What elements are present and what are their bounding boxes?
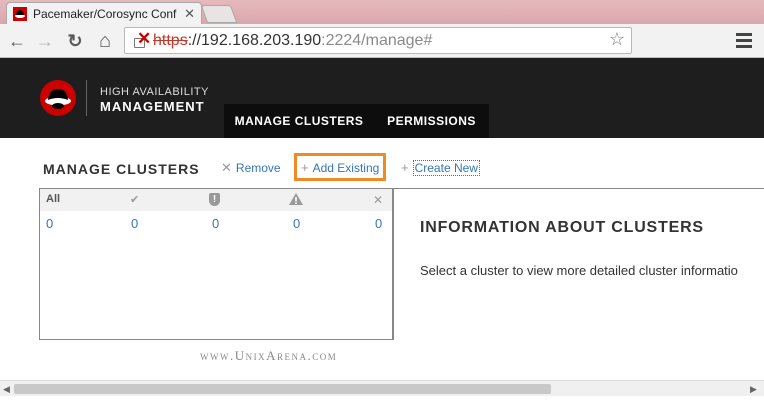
info-text: Select a cluster to view more detailed c… (420, 263, 738, 278)
redhat-logo-icon (40, 80, 76, 116)
add-plus-icon: + (301, 160, 309, 175)
info-title: INFORMATION ABOUT CLUSTERS (420, 219, 704, 236)
x-icon[interactable]: ✕ (373, 193, 383, 207)
tab-manage-clusters[interactable]: MANAGE CLUSTERS (224, 104, 374, 138)
browser-tabstrip: Pacemaker/Corosync Conf ✕ (0, 0, 764, 24)
home-icon[interactable]: ⌂ (94, 30, 116, 52)
tab-close-icon[interactable]: ✕ (184, 6, 195, 22)
brand-separator (86, 80, 87, 116)
count-ok[interactable]: 0 (131, 216, 138, 231)
add-existing-button[interactable]: + Add Existing (301, 160, 379, 175)
insecure-lock-icon: ✕ (131, 29, 151, 50)
page-title: MANAGE CLUSTERS (43, 161, 200, 177)
address-bar[interactable]: ✕ https://192.168.203.190:2224/manage# ☆ (124, 27, 632, 54)
url-scheme: https (153, 31, 188, 49)
bookmark-star-icon[interactable]: ☆ (609, 29, 625, 50)
scroll-right-icon[interactable]: ▶ (750, 384, 757, 395)
add-existing-label: Add Existing (312, 161, 380, 175)
horizontal-scrollbar[interactable]: ◀ ▶ (0, 380, 764, 396)
back-icon[interactable]: ← (6, 30, 28, 52)
watermark: www.UnixArena.com (200, 348, 338, 363)
cluster-list-header: All ✔ ! ✕ (40, 189, 392, 211)
count-warning[interactable]: 0 (293, 216, 300, 231)
tab-title: Pacemaker/Corosync Conf (33, 6, 177, 21)
cluster-info-panel: INFORMATION ABOUT CLUSTERS Select a clus… (392, 188, 764, 340)
remove-x-icon: ✕ (221, 160, 232, 175)
count-all[interactable]: 0 (46, 216, 53, 231)
tab-permissions[interactable]: PERMISSIONS (374, 104, 489, 138)
browser-toolbar: ← → ↻ ⌂ ✕ https://192.168.203.190:2224/m… (0, 24, 764, 58)
reload-icon[interactable]: ↻ (64, 30, 86, 52)
browser-tab[interactable]: Pacemaker/Corosync Conf ✕ (6, 2, 202, 24)
remove-label: Remove (235, 161, 281, 175)
count-error[interactable]: 0 (212, 216, 219, 231)
create-new-label: Create New (412, 160, 480, 176)
scroll-left-icon[interactable]: ◀ (3, 384, 10, 395)
url-path: :2224/manage# (321, 31, 433, 49)
check-icon[interactable]: ✔ (130, 193, 139, 206)
scrollbar-thumb[interactable] (14, 384, 551, 394)
url-host: ://192.168.203.190 (187, 31, 322, 49)
warning-icon[interactable] (289, 193, 303, 205)
brand-subtitle: HIGH AVAILABILITY (100, 86, 209, 98)
shield-alert-icon[interactable]: ! (209, 193, 220, 206)
browser-menu-icon[interactable] (736, 30, 752, 52)
forward-icon[interactable]: → (34, 30, 56, 52)
all-column-label[interactable]: All (46, 193, 60, 205)
create-new-button[interactable]: + Create New (401, 160, 480, 176)
new-tab-button[interactable] (200, 5, 238, 23)
remove-button[interactable]: ✕ Remove (221, 160, 281, 176)
create-plus-icon: + (401, 160, 409, 175)
redhat-favicon-icon (13, 6, 27, 21)
count-unknown[interactable]: 0 (375, 216, 382, 231)
app-header: HIGH AVAILABILITY MANAGEMENT MANAGE CLUS… (0, 58, 764, 138)
brand-title: MANAGEMENT (100, 99, 205, 114)
cluster-list: All ✔ ! ✕ 0 0 0 0 0 (39, 188, 393, 340)
